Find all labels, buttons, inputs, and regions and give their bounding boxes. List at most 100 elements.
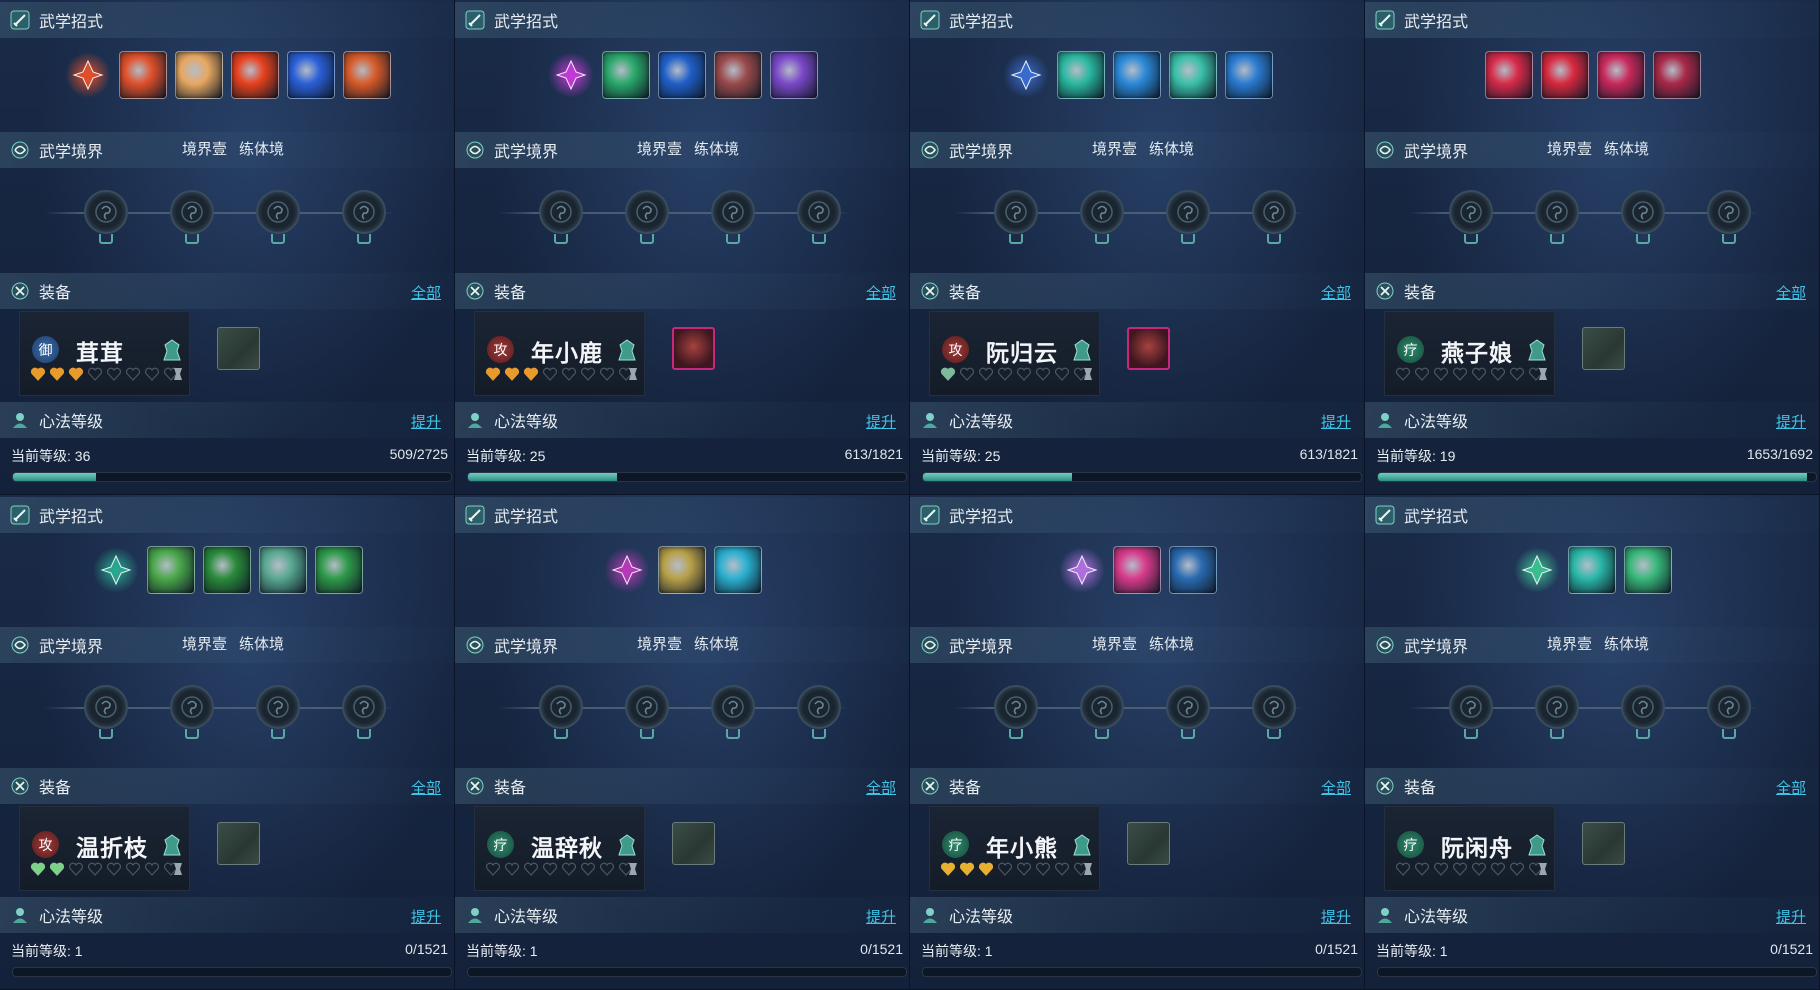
realm-node[interactable] xyxy=(1707,685,1751,729)
realm-node[interactable] xyxy=(539,190,583,234)
equip-all-link[interactable]: 全部 xyxy=(866,282,896,303)
skill-icon[interactable] xyxy=(601,51,650,99)
martial-style-icon[interactable] xyxy=(92,547,139,593)
martial-style-icon[interactable] xyxy=(1513,547,1560,593)
skill-icon[interactable] xyxy=(713,51,762,99)
skill-icon[interactable] xyxy=(342,51,391,99)
skill-icon[interactable] xyxy=(713,546,762,594)
realm-nodes xyxy=(499,685,849,745)
skill-icon[interactable] xyxy=(1596,51,1645,99)
realm-node[interactable] xyxy=(342,685,386,729)
realm-node[interactable] xyxy=(1080,685,1124,729)
upgrade-link[interactable]: 提升 xyxy=(1321,411,1351,432)
equipment-slot[interactable] xyxy=(1582,822,1625,865)
skill-icon[interactable] xyxy=(118,51,167,99)
martial-style-icon[interactable] xyxy=(603,547,650,593)
martial-style-icon[interactable] xyxy=(547,52,594,98)
realm-node[interactable] xyxy=(1080,190,1124,234)
realm-node[interactable] xyxy=(625,190,669,234)
character-card[interactable]: 疗温辞秋 xyxy=(474,806,645,891)
equip-all-link[interactable]: 全部 xyxy=(1776,282,1806,303)
skill-icon[interactable] xyxy=(146,546,195,594)
equipment-slot[interactable] xyxy=(1127,822,1170,865)
skill-icon[interactable] xyxy=(769,51,818,99)
realm-node[interactable] xyxy=(84,190,128,234)
realm-node[interactable] xyxy=(84,685,128,729)
realm-node[interactable] xyxy=(1621,190,1665,234)
realm-node[interactable] xyxy=(1621,685,1665,729)
realm-node[interactable] xyxy=(797,190,841,234)
martial-style-icon[interactable] xyxy=(1002,52,1049,98)
equip-all-link[interactable]: 全部 xyxy=(1776,777,1806,798)
realm-node[interactable] xyxy=(994,685,1038,729)
character-card[interactable]: 疗年小熊 xyxy=(929,806,1100,891)
character-card[interactable]: 御茸茸 xyxy=(19,311,190,396)
upgrade-link[interactable]: 提升 xyxy=(411,906,441,927)
realm-node[interactable] xyxy=(1166,190,1210,234)
martial-style-icon[interactable] xyxy=(64,52,111,98)
equipment-slot[interactable] xyxy=(217,822,260,865)
realm-node[interactable] xyxy=(170,685,214,729)
skill-icon[interactable] xyxy=(1168,51,1217,99)
realm-node[interactable] xyxy=(1449,190,1493,234)
equip-all-link[interactable]: 全部 xyxy=(411,777,441,798)
upgrade-link[interactable]: 提升 xyxy=(1321,906,1351,927)
realm-node[interactable] xyxy=(1449,685,1493,729)
equip-all-link[interactable]: 全部 xyxy=(866,777,896,798)
realm-node[interactable] xyxy=(1252,190,1296,234)
upgrade-link[interactable]: 提升 xyxy=(1776,906,1806,927)
upgrade-link[interactable]: 提升 xyxy=(866,906,896,927)
skill-icon[interactable] xyxy=(174,51,223,99)
upgrade-link[interactable]: 提升 xyxy=(411,411,441,432)
skill-icon[interactable] xyxy=(202,546,251,594)
skill-icon[interactable] xyxy=(1484,51,1533,99)
equip-all-link[interactable]: 全部 xyxy=(411,282,441,303)
skill-icon[interactable] xyxy=(1112,51,1161,99)
realm-node[interactable] xyxy=(1252,685,1296,729)
skill-icon[interactable] xyxy=(1056,51,1105,99)
martial-style-icon[interactable] xyxy=(1058,547,1105,593)
realm-node[interactable] xyxy=(1707,190,1751,234)
skill-icon[interactable] xyxy=(286,51,335,99)
character-card[interactable]: 攻年小鹿 xyxy=(474,311,645,396)
skill-icon[interactable] xyxy=(230,51,279,99)
skill-icon[interactable] xyxy=(1652,51,1701,99)
realm-node[interactable] xyxy=(256,190,300,234)
realm-node[interactable] xyxy=(1535,685,1579,729)
realm-node[interactable] xyxy=(711,190,755,234)
realm-node[interactable] xyxy=(1166,685,1210,729)
realm-node[interactable] xyxy=(256,685,300,729)
realm-node[interactable] xyxy=(797,685,841,729)
realm-node[interactable] xyxy=(342,190,386,234)
equipment-slot[interactable] xyxy=(672,327,715,370)
realm-node[interactable] xyxy=(539,685,583,729)
character-card[interactable]: 疗阮闲舟 xyxy=(1384,806,1555,891)
equip-all-link[interactable]: 全部 xyxy=(1321,282,1351,303)
realm-node[interactable] xyxy=(711,685,755,729)
equipment-slot[interactable] xyxy=(672,822,715,865)
character-card[interactable]: 攻阮归云 xyxy=(929,311,1100,396)
realm-node[interactable] xyxy=(1535,190,1579,234)
skill-icon[interactable] xyxy=(1168,546,1217,594)
realm-node[interactable] xyxy=(170,190,214,234)
realm-node[interactable] xyxy=(625,685,669,729)
skill-icon[interactable] xyxy=(1623,546,1672,594)
equipment-slot[interactable] xyxy=(1582,327,1625,370)
realm-node[interactable] xyxy=(994,190,1038,234)
equipment-slot[interactable] xyxy=(1127,327,1170,370)
skill-icon[interactable] xyxy=(657,546,706,594)
equip-all-link[interactable]: 全部 xyxy=(1321,777,1351,798)
skill-icon[interactable] xyxy=(1224,51,1273,99)
node-tab xyxy=(271,729,285,739)
equipment-slot[interactable] xyxy=(217,327,260,370)
upgrade-link[interactable]: 提升 xyxy=(1776,411,1806,432)
skill-icon[interactable] xyxy=(657,51,706,99)
skill-icon[interactable] xyxy=(1567,546,1616,594)
skill-icon[interactable] xyxy=(314,546,363,594)
upgrade-link[interactable]: 提升 xyxy=(866,411,896,432)
character-card[interactable]: 攻温折枝 xyxy=(19,806,190,891)
skill-icon[interactable] xyxy=(1112,546,1161,594)
skill-icon[interactable] xyxy=(258,546,307,594)
character-card[interactable]: 疗燕子娘 xyxy=(1384,311,1555,396)
skill-icon[interactable] xyxy=(1540,51,1589,99)
